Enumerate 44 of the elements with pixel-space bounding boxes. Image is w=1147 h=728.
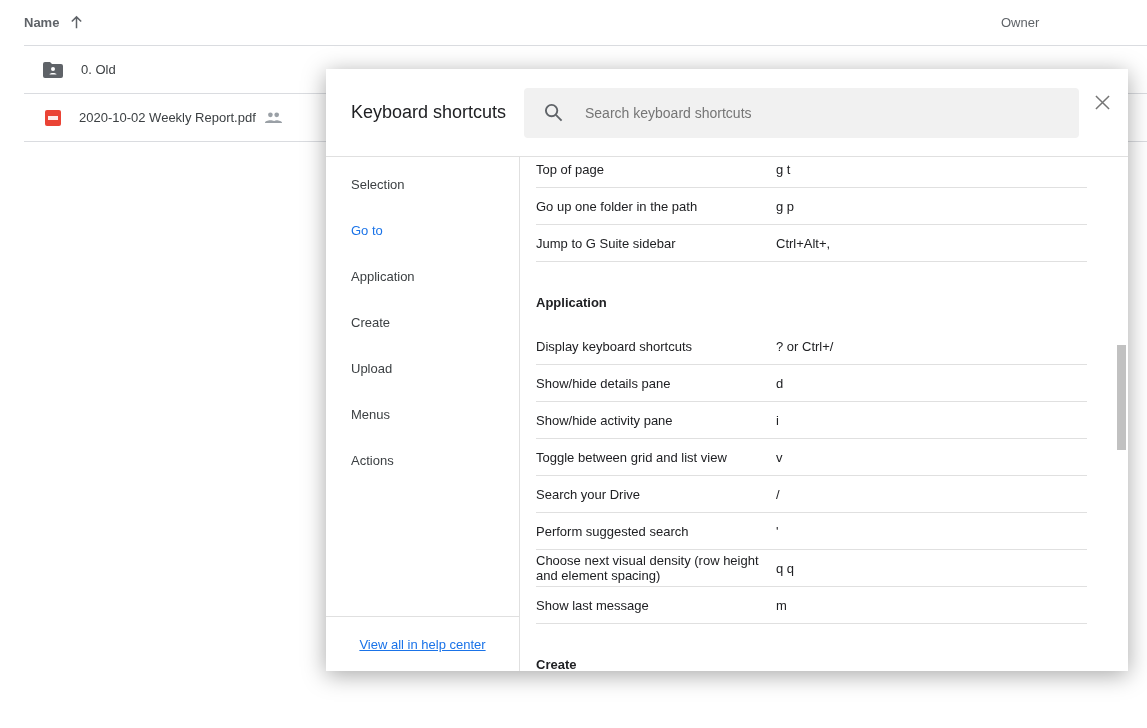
search-bar[interactable]: Search keyboard shortcuts <box>524 87 1079 138</box>
shortcut-keys: ? or Ctrl+/ <box>776 338 834 354</box>
shortcut-action: Jump to G Suite sidebar <box>536 235 677 251</box>
file-name[interactable]: 2020-10-02 Weekly Report.pdf <box>79 110 256 125</box>
shortcut-keys: d <box>776 375 784 391</box>
shortcut-action: Top of page <box>536 161 605 177</box>
nav-item[interactable]: Selection <box>326 171 519 217</box>
shortcut-keys: ' <box>776 523 779 539</box>
shortcut-action: Go up one folder in the path <box>536 198 699 214</box>
section-heading: Create <box>536 657 577 671</box>
shortcut-keys: Ctrl+Alt+, <box>776 235 831 251</box>
shortcut-keys: q q <box>776 560 795 576</box>
shortcut-keys: i <box>776 412 779 428</box>
shortcut-action: Toggle between grid and list view <box>536 449 728 465</box>
shortcut-action: Show/hide details pane <box>536 375 672 391</box>
column-header[interactable]: Name <box>24 15 60 30</box>
shortcut-action: Search your Drive <box>536 486 642 502</box>
dialog-title: Keyboard shortcuts <box>351 102 508 123</box>
shortcut-keys: / <box>776 486 780 502</box>
shortcut-keys: g t <box>776 161 791 177</box>
nav-item[interactable]: Upload <box>326 355 519 401</box>
shortcut-action: Show/hide activity pane <box>536 412 674 428</box>
search-input[interactable]: Search keyboard shortcuts <box>583 103 1079 122</box>
shortcut-keys: g p <box>776 198 795 214</box>
file-name[interactable]: 0. Old <box>81 62 116 77</box>
shortcut-keys: v <box>776 449 783 465</box>
close-icon[interactable] <box>1095 95 1110 110</box>
nav-item[interactable]: Create <box>326 309 519 355</box>
shortcut-action: Display keyboard shortcuts <box>536 338 694 354</box>
shortcut-action: Show last message <box>536 597 650 613</box>
shortcut-action: Perform suggested search <box>536 523 690 539</box>
nav-item[interactable]: Go to <box>326 217 519 263</box>
help-link[interactable]: View all in help center <box>359 636 486 652</box>
pdf-icon <box>45 109 61 126</box>
nav-item[interactable]: Actions <box>326 447 519 493</box>
nav-item[interactable]: Menus <box>326 401 519 447</box>
shared-folder-icon <box>43 61 63 78</box>
section-heading: Application <box>536 295 607 310</box>
scrollbar-thumb[interactable] <box>1117 345 1126 450</box>
column-header[interactable]: Owner <box>1001 15 1147 30</box>
shortcut-action: Choose next visual density (row height and element spacing) <box>536 553 760 583</box>
nav-item[interactable]: Application <box>326 263 519 309</box>
shortcut-keys: m <box>776 597 787 613</box>
search-icon <box>544 103 563 122</box>
